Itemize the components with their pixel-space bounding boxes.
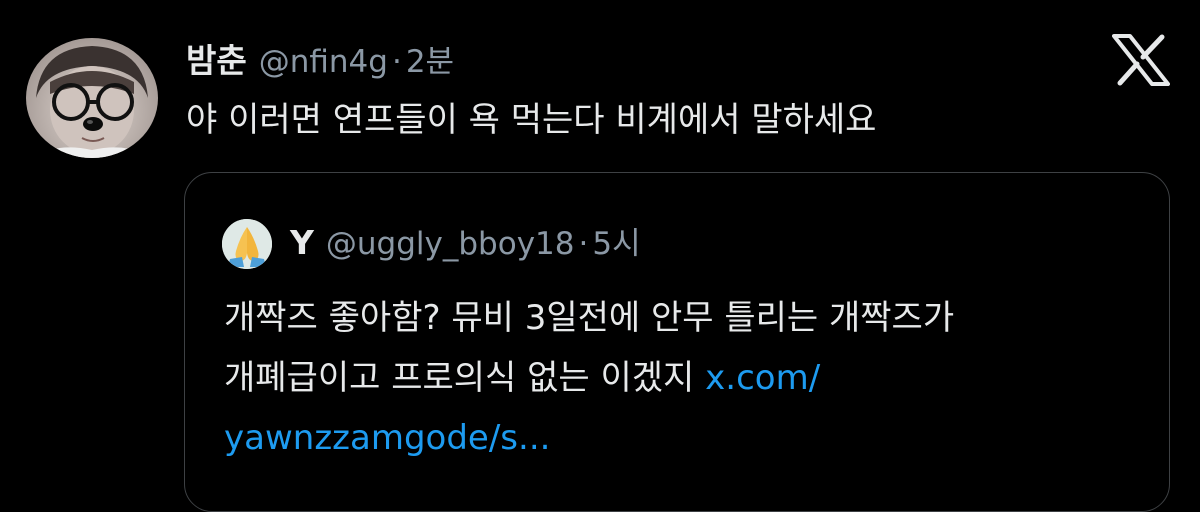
quoted-link-start[interactable]: x.com/ [705, 358, 820, 398]
quoted-text-line-3: yawnzzamgode/s... [224, 408, 1144, 468]
quoted-author-name[interactable]: Y [290, 223, 314, 262]
quoted-link-end[interactable]: yawnzzamgode/s... [224, 418, 550, 458]
author-handle[interactable]: @nfin4g [259, 44, 388, 80]
quoted-tweet-text: 개짝즈 좋아함? 뮤비 3일전에 안무 틀리는 개짝즈가 개폐급이고 프로의식 … [224, 288, 1144, 468]
quoted-tweet-header: Y @uggly_bboy18 · 5시 [290, 218, 641, 263]
profile-photo-icon [34, 46, 150, 158]
separator-dot: · [578, 226, 589, 262]
quoted-author-handle[interactable]: @uggly_bboy18 [326, 226, 575, 262]
x-logo-icon [1112, 34, 1170, 86]
quoted-timestamp[interactable]: 5시 [592, 218, 640, 263]
folded-hands-emoji-icon [222, 219, 272, 269]
tweet-text: 야 이러면 연프들이 욕 먹는다 비계에서 말하세요 [186, 100, 877, 140]
author-avatar[interactable] [26, 38, 158, 158]
quoted-text-line-2: 개폐급이고 프로의식 없는 이겠지 x.com/ [224, 348, 1144, 408]
tweet-header: 밤춘 @nfin4g · 2분 [186, 34, 454, 82]
tweet-timestamp[interactable]: 2분 [406, 36, 454, 81]
quoted-text-line-2-content: 개폐급이고 프로의식 없는 이겠지 [224, 358, 706, 398]
quoted-author-avatar[interactable] [222, 219, 272, 269]
separator-dot: · [391, 44, 402, 80]
quoted-text-line-1: 개짝즈 좋아함? 뮤비 3일전에 안무 틀리는 개짝즈가 [224, 298, 955, 338]
author-name[interactable]: 밤춘 [186, 34, 247, 82]
